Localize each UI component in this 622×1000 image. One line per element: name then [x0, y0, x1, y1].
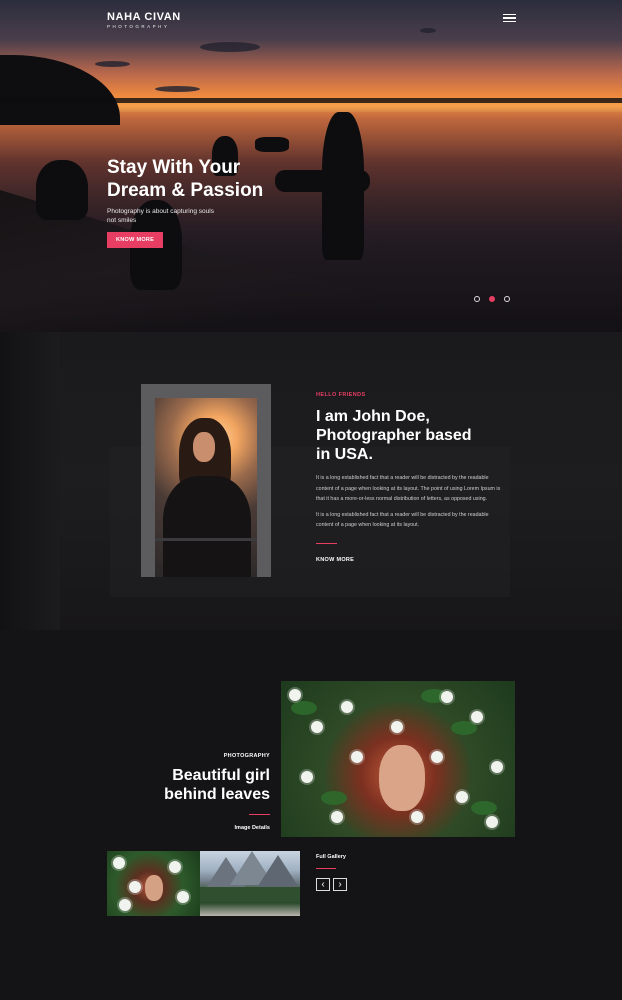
- gallery-thumbnail-2[interactable]: [200, 851, 300, 916]
- slider-dot-1[interactable]: [474, 296, 480, 302]
- feature-category: PHOTOGRAPHY: [223, 753, 270, 759]
- feature-title: Beautiful girl behind leaves: [164, 767, 270, 803]
- know-more-button[interactable]: KNOW MORE: [107, 232, 164, 248]
- gallery-navigation: Full Gallery ‹ ›: [316, 854, 347, 891]
- about-paragraph-2: It is a long established fact that a rea…: [316, 511, 489, 529]
- accent-divider: [316, 542, 337, 544]
- portrait-frame: [141, 384, 271, 577]
- cloud: [420, 28, 436, 33]
- about-eyebrow: HELLO FRIENDS: [316, 392, 366, 398]
- featured-image[interactable]: [281, 681, 515, 837]
- accent-divider: [249, 814, 270, 815]
- slider-dot-2[interactable]: [489, 296, 495, 302]
- slider-dot-3[interactable]: [504, 296, 510, 302]
- logo-name: NAHA CIVAN: [107, 11, 181, 23]
- person-silhouette: [36, 160, 88, 220]
- gallery-thumbnail-1[interactable]: [107, 851, 200, 916]
- cloud: [95, 61, 130, 67]
- cloud: [200, 42, 260, 52]
- boat-silhouette: [255, 137, 289, 152]
- accent-divider: [316, 868, 336, 869]
- hero-title: Stay With Your Dream & Passion: [107, 157, 264, 201]
- background-curtain: [0, 332, 60, 630]
- slider-dots: [474, 296, 510, 302]
- hero-section: NAHA CIVAN PHOTOGRAPHY Stay With Your Dr…: [0, 0, 622, 332]
- portrait-photo: [155, 398, 257, 577]
- feature-caption: PHOTOGRAPHY Beautiful girl behind leaves…: [110, 753, 270, 831]
- chevron-left-icon[interactable]: ‹: [316, 878, 330, 891]
- about-content: HELLO FRIENDS I am John Doe, Photographe…: [316, 392, 501, 563]
- about-know-more-link[interactable]: KNOW MORE: [316, 557, 501, 563]
- logo[interactable]: NAHA CIVAN PHOTOGRAPHY: [107, 11, 181, 29]
- horizon-land: [0, 98, 622, 103]
- full-gallery-link[interactable]: Full Gallery: [316, 854, 347, 860]
- hero-subtitle: Photography is about capturing souls not…: [107, 208, 214, 224]
- about-section: HELLO FRIENDS I am John Doe, Photographe…: [0, 332, 622, 630]
- chevron-right-icon[interactable]: ›: [333, 878, 347, 891]
- cloud: [155, 86, 200, 92]
- gallery-section: PHOTOGRAPHY Beautiful girl behind leaves…: [0, 630, 622, 1000]
- logo-tagline: PHOTOGRAPHY: [107, 24, 170, 29]
- about-paragraph-1: It is a long established fact that a rea…: [316, 475, 501, 502]
- hero-content: Stay With Your Dream & Passion Photograp…: [107, 156, 307, 248]
- about-title: I am John Doe, Photographer based in USA…: [316, 408, 472, 463]
- hamburger-menu-icon[interactable]: [503, 14, 516, 24]
- image-details-link[interactable]: Image Details: [110, 825, 270, 831]
